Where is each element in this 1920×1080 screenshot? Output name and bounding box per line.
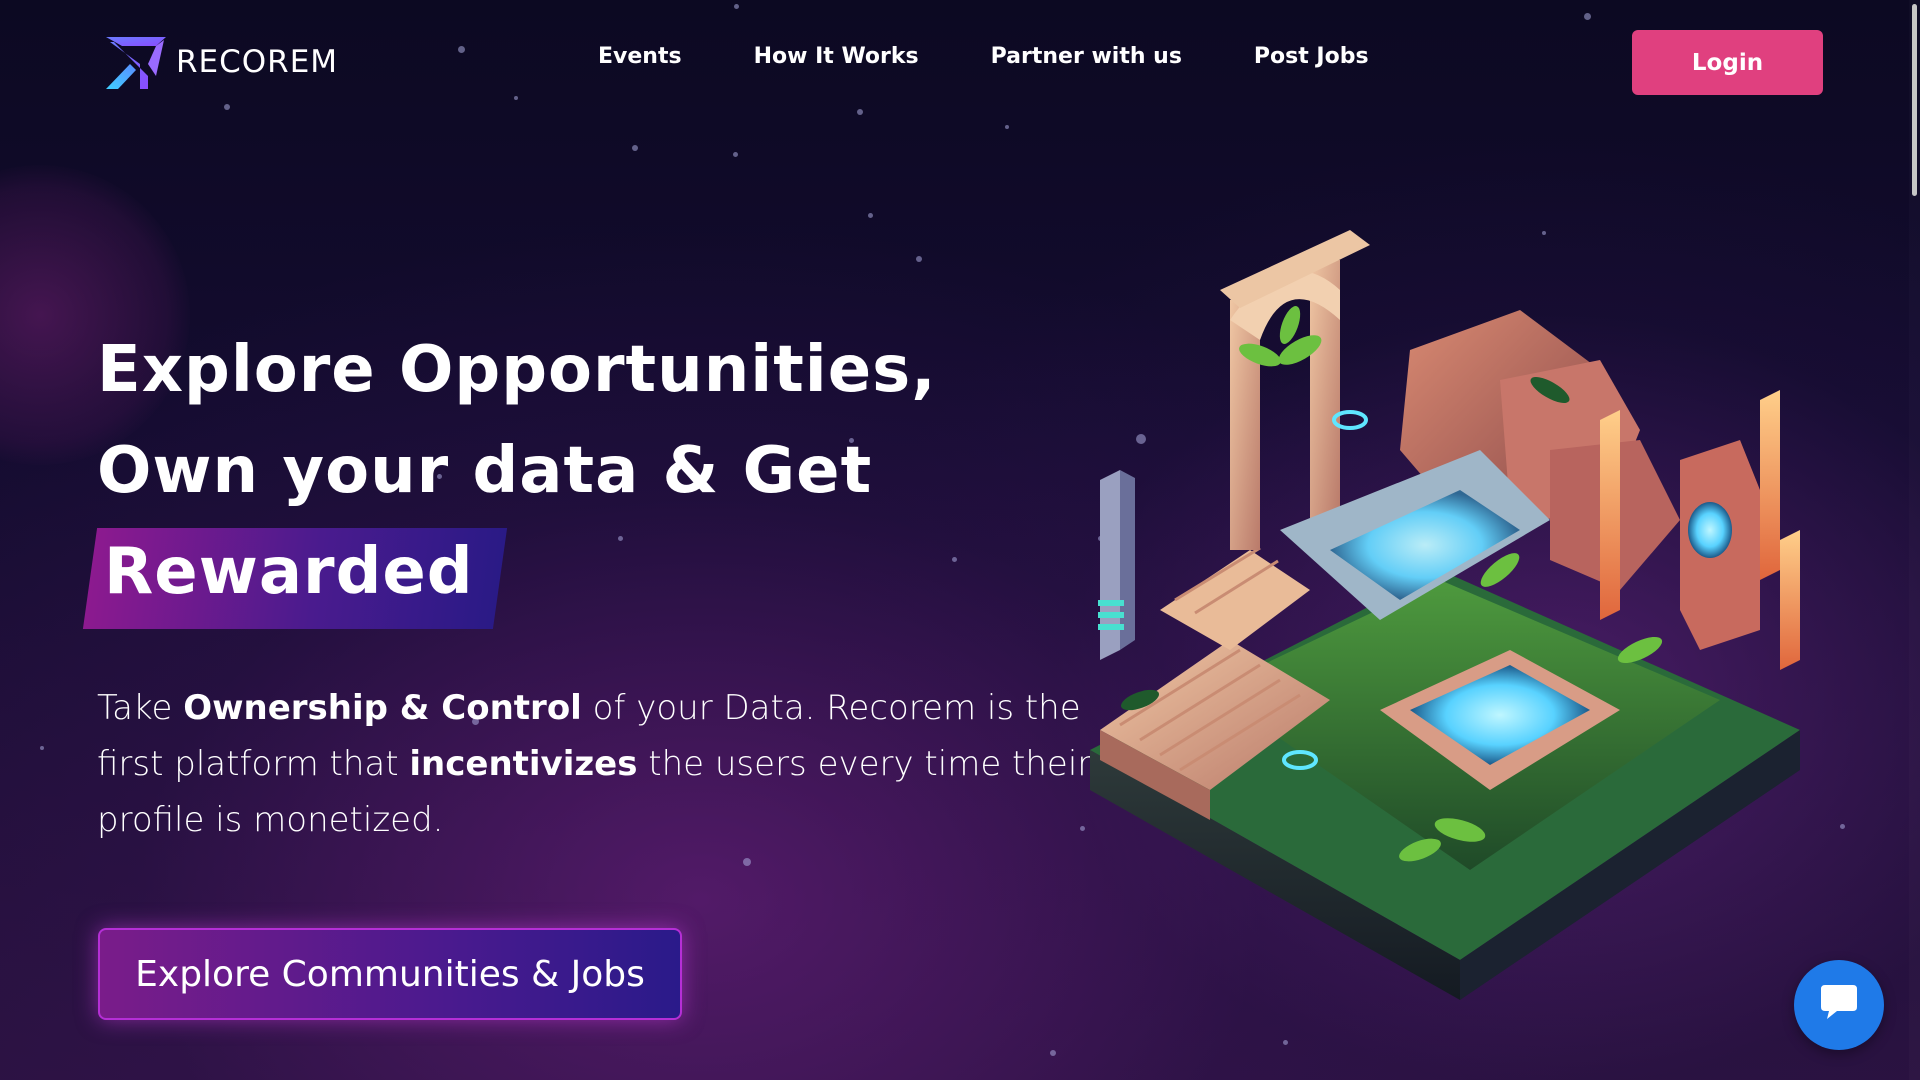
landing-page: RECOREM Events How It Works Partner with… [0,0,1920,1080]
login-button[interactable]: Login [1632,30,1823,95]
hero-desc-bold-2: incentivizes [409,744,638,784]
hero-title-line-3: Rewarded [82,522,937,629]
hero-isometric-illustration [1080,230,1840,1000]
recorem-logo-icon [104,34,166,90]
nav-item-how-it-works[interactable]: How It Works [754,44,919,69]
page-scrollbar-thumb[interactable] [1912,4,1917,196]
brand-name: RECOREM [176,44,339,80]
hero-desc-bold-1: Ownership & Control [183,688,582,728]
hero-title-line-2: Own your data & Get [97,434,873,508]
hero-description: Take Ownership & Control of your Data. R… [97,680,1107,848]
chat-bubble-icon [1817,983,1861,1027]
hero-title-line-1: Explore Opportunities, [97,333,937,407]
explore-communities-jobs-button[interactable]: Explore Communities & Jobs [98,928,682,1020]
hero-title-highlight: Rewarded [82,522,507,629]
nav-item-post-jobs[interactable]: Post Jobs [1254,44,1369,69]
brand-logo[interactable]: RECOREM [104,34,338,90]
hero-title: Explore Opportunities, Own your data & G… [82,320,937,629]
chat-widget-button[interactable] [1794,960,1884,1050]
nav-item-partner-with-us[interactable]: Partner with us [991,44,1182,69]
main-nav: Events How It Works Partner with us Post… [598,44,1441,69]
hero-desc-text-1: Take [97,688,184,728]
nav-item-events[interactable]: Events [598,44,682,69]
hero-title-highlight-text: Rewarded [104,535,474,609]
